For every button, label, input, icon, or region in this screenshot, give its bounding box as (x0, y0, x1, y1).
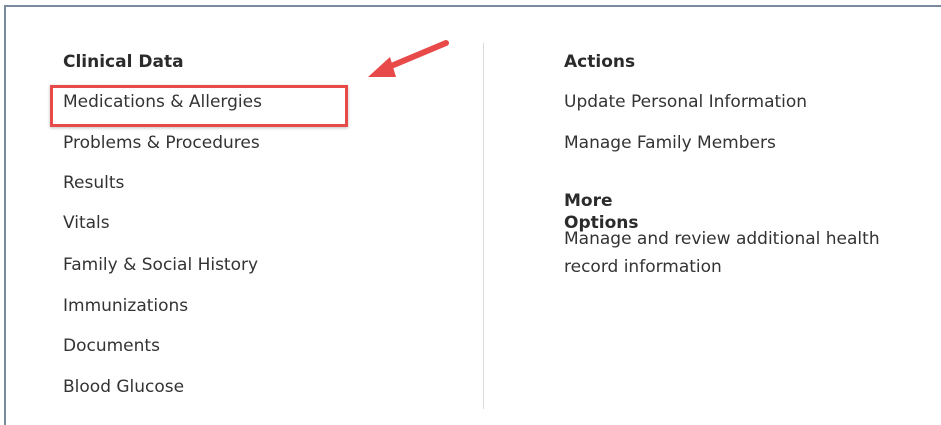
menu-link-family-social-history[interactable]: Family & Social History (63, 254, 258, 276)
more-options-link[interactable]: Manage and review additional health reco… (564, 225, 904, 281)
actions-heading: Actions (564, 52, 636, 72)
red-pointer-arrow-icon (368, 40, 449, 77)
menu-link-problems-procedures[interactable]: Problems & Procedures (63, 132, 260, 154)
health-record-menu-panel: Clinical Data Medications & Allergies Pr… (4, 5, 941, 425)
menu-link-blood-glucose[interactable]: Blood Glucose (63, 376, 184, 398)
menu-link-documents[interactable]: Documents (63, 335, 160, 357)
menu-link-update-personal-information[interactable]: Update Personal Information (564, 91, 807, 113)
annotation-highlight-box (50, 85, 348, 127)
menu-link-vitals[interactable]: Vitals (63, 212, 110, 234)
clinical-data-heading: Clinical Data (63, 52, 184, 72)
menu-link-manage-family-members[interactable]: Manage Family Members (564, 132, 776, 154)
menu-link-immunizations[interactable]: Immunizations (63, 295, 188, 317)
column-divider (483, 43, 484, 409)
menu-link-results[interactable]: Results (63, 172, 124, 194)
clinical-data-column: Clinical Data Medications & Allergies Pr… (63, 51, 262, 397)
